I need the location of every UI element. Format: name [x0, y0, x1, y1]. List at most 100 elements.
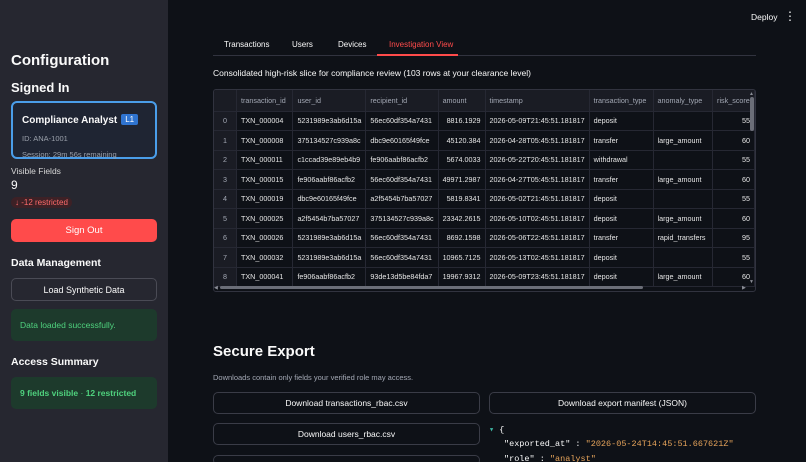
table-row[interactable]: 6 TXN_000026 5231989e3ab6d15a 56ec60df354a7…	[214, 228, 755, 248]
table-cell[interactable]: large_amount	[653, 169, 714, 190]
scroll-right-arrow-icon[interactable]: ▶	[742, 285, 746, 291]
table-cell[interactable]: c1ccad39e89eb4b9	[292, 150, 367, 170]
table-cell[interactable]: 5819.8341	[438, 189, 486, 209]
table-cell[interactable]: 55	[712, 189, 755, 209]
table-cell[interactable]: TXN_000025	[236, 208, 294, 229]
table-cell[interactable]: 2026-04-28T05:45:51.181817	[485, 130, 590, 151]
table-cell[interactable]: deposit	[589, 208, 654, 229]
kebab-menu-icon[interactable]: ⋮	[784, 9, 796, 23]
table-cell[interactable]: TXN_000004	[236, 111, 294, 131]
table-row[interactable]: 2 TXN_000011 c1ccad39e89eb4b9 fe906aabf86ac…	[214, 150, 755, 170]
table-cell[interactable]: transfer	[589, 169, 654, 190]
table-cell[interactable]: a2f5454b7ba57027	[292, 208, 367, 229]
table-cell[interactable]: 2026-05-13T02:45:51.181817	[485, 247, 590, 268]
table-cell[interactable]: 55	[712, 111, 755, 131]
table-cell[interactable]: 2026-05-22T20:45:51.181817	[485, 150, 590, 170]
table-row[interactable]: 7 TXN_000032 5231989e3ab6d15a 56ec60df354a7…	[214, 247, 755, 268]
download-transactions-button[interactable]: Download transactions_rbac.csv	[213, 392, 480, 414]
download-devices-button-partial[interactable]	[213, 455, 480, 462]
table-row[interactable]: 4 TXN_000019 dbc9e60165f49fce a2f5454b7ba57…	[214, 189, 755, 209]
table-cell[interactable]: 375134527c939a8c	[365, 208, 439, 229]
table-cell[interactable]: 5674.0033	[438, 150, 486, 170]
table-row[interactable]: 8 TXN_000041 fe906aabf86acfb2 93de13d5be84f…	[214, 267, 755, 287]
table-cell[interactable]: fe906aabf86acfb2	[365, 150, 439, 170]
table-cell[interactable]: 55	[712, 150, 755, 170]
table-cell[interactable]: 8816.1929	[438, 111, 486, 131]
table-cell[interactable]: rapid_transfers	[653, 228, 714, 248]
load-synthetic-data-button[interactable]: Load Synthetic Data	[11, 278, 157, 301]
table-cell[interactable]: fe906aabf86acfb2	[292, 267, 367, 287]
table-column-header[interactable]: anomaly_type	[653, 90, 714, 112]
table-cell[interactable]: dbc9e60165f49fce	[292, 189, 367, 209]
table-cell[interactable]: deposit	[589, 189, 654, 209]
table-cell[interactable]: dbc9e60165f49fce	[365, 130, 439, 151]
table-column-header[interactable]: user_id	[292, 90, 367, 112]
table-cell[interactable]: deposit	[589, 267, 654, 287]
table-cell[interactable]: TXN_000026	[236, 228, 294, 248]
investigation-table[interactable]: transaction_id user_id recipient_id amount t…	[213, 89, 756, 292]
table-cell[interactable]: transfer	[589, 228, 654, 248]
table-cell[interactable]: 2026-05-06T22:45:51.181817	[485, 228, 590, 248]
table-cell[interactable]: 60	[712, 169, 755, 190]
table-cell[interactable]: 49971.2987	[438, 169, 486, 190]
scroll-down-arrow-icon[interactable]: ▼	[749, 279, 754, 285]
table-cell[interactable]: TXN_000011	[236, 150, 294, 170]
table-cell[interactable]: fe906aabf86acfb2	[292, 169, 367, 190]
table-cell[interactable]: 2026-05-02T21:45:51.181817	[485, 189, 590, 209]
table-vertical-scrollbar[interactable]	[750, 97, 754, 131]
table-cell[interactable]: deposit	[589, 111, 654, 131]
table-cell[interactable]: 95	[712, 228, 755, 248]
table-row[interactable]: 1 TXN_000008 375134527c939a8c dbc9e60165f49…	[214, 130, 755, 151]
table-cell[interactable]: withdrawal	[589, 150, 654, 170]
table-cell[interactable]: 56ec60df354a7431	[365, 111, 439, 131]
table-row[interactable]: 3 TXN_000015 fe906aabf86acfb2 56ec60df354a7…	[214, 169, 755, 190]
table-cell[interactable]	[653, 150, 714, 170]
table-cell[interactable]	[653, 247, 714, 268]
table-column-header[interactable]: transaction_type	[589, 90, 654, 112]
table-row[interactable]: 0 TXN_000004 5231989e3ab6d15a 56ec60df354a7…	[214, 111, 755, 131]
download-users-button[interactable]: Download users_rbac.csv	[213, 423, 480, 445]
table-cell[interactable]: 2026-05-09T23:45:51.181817	[485, 267, 590, 287]
table-cell[interactable]: 56ec60df354a7431	[365, 228, 439, 248]
table-cell[interactable]: 375134527c939a8c	[292, 130, 367, 151]
table-cell[interactable]: 5231989e3ab6d15a	[292, 228, 367, 248]
table-cell[interactable]: TXN_000041	[236, 267, 294, 287]
table-cell[interactable]	[653, 189, 714, 209]
table-cell[interactable]: 45120.384	[438, 130, 486, 151]
table-cell[interactable]: 2026-05-10T02:45:51.181817	[485, 208, 590, 229]
tab-transactions[interactable]: Transactions	[224, 40, 270, 49]
table-cell[interactable]: 93de13d5be84fda7	[365, 267, 439, 287]
table-cell[interactable]: 19967.9312	[438, 267, 486, 287]
table-cell[interactable]: TXN_000019	[236, 189, 294, 209]
table-cell[interactable]	[653, 111, 714, 131]
deploy-button[interactable]: Deploy	[751, 12, 777, 22]
table-cell[interactable]: deposit	[589, 247, 654, 268]
table-cell[interactable]: 23342.2615	[438, 208, 486, 229]
table-cell[interactable]: TXN_000015	[236, 169, 294, 190]
table-cell[interactable]: transfer	[589, 130, 654, 151]
table-cell[interactable]: TXN_000032	[236, 247, 294, 268]
scroll-up-arrow-icon[interactable]: ▲	[749, 91, 754, 97]
table-cell[interactable]: 55	[712, 247, 755, 268]
tab-devices[interactable]: Devices	[338, 40, 366, 49]
table-cell[interactable]: large_amount	[653, 208, 714, 229]
table-cell[interactable]: 60	[712, 130, 755, 151]
table-cell[interactable]: 5231989e3ab6d15a	[292, 111, 367, 131]
table-cell[interactable]: a2f5454b7ba57027	[365, 189, 439, 209]
table-horizontal-scrollbar[interactable]	[220, 286, 643, 289]
table-cell[interactable]: TXN_000008	[236, 130, 294, 151]
table-cell[interactable]: 56ec60df354a7431	[365, 169, 439, 190]
table-cell[interactable]: 2026-04-27T05:45:51.181817	[485, 169, 590, 190]
table-cell[interactable]: 2026-05-09T21:45:51.181817	[485, 111, 590, 131]
table-column-header[interactable]: transaction_id	[236, 90, 294, 112]
table-cell[interactable]: 60	[712, 208, 755, 229]
sign-out-button[interactable]: Sign Out	[11, 219, 157, 242]
table-cell[interactable]: 8692.1598	[438, 228, 486, 248]
table-column-header[interactable]: amount	[438, 90, 486, 112]
collapse-caret-icon[interactable]: ▾	[489, 425, 499, 435]
table-cell[interactable]: 5231989e3ab6d15a	[292, 247, 367, 268]
table-cell[interactable]: large_amount	[653, 267, 714, 287]
table-row[interactable]: 5 TXN_000025 a2f5454b7ba57027 375134527c939…	[214, 208, 755, 229]
table-column-header[interactable]	[214, 90, 237, 112]
table-column-header[interactable]: timestamp	[485, 90, 590, 112]
